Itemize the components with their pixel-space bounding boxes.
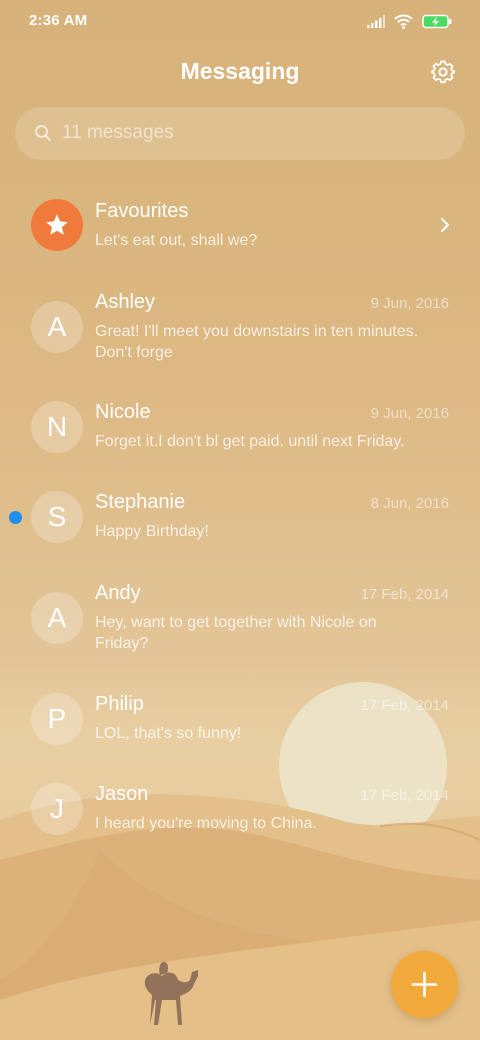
plus-icon — [411, 971, 438, 998]
star-icon — [46, 214, 68, 235]
gear-icon — [431, 60, 455, 84]
search-placeholder: 11 messages — [62, 122, 174, 143]
contact-name: Ashley — [95, 291, 156, 313]
signal-icon — [367, 14, 385, 28]
message-preview: Happy Birthday! — [95, 523, 209, 540]
message-date: 17 Feb, 2014 — [360, 586, 449, 603]
wifi-icon — [394, 14, 413, 29]
status-icons — [367, 11, 452, 31]
conversation-row[interactable]: P Philip 17 Feb, 2014 LOL, that's so fun… — [0, 684, 480, 754]
avatar: S — [31, 491, 83, 543]
message-date: 17 Feb, 2014 — [360, 697, 449, 714]
message-date: 8 Jun, 2016 — [370, 495, 449, 512]
favourites-name: Favourites — [95, 200, 189, 222]
contact-name: Andy — [95, 582, 141, 604]
contact-name: Philip — [95, 693, 144, 715]
message-date: 9 Jun, 2016 — [370, 295, 449, 312]
contact-name: Nicole — [95, 401, 151, 423]
favourites-row[interactable]: Favourites Let's eat out, shall we? — [0, 190, 480, 262]
chevron-right-icon — [441, 218, 449, 232]
conversation-row[interactable]: A Andy 17 Feb, 2014 Hey, want to get tog… — [0, 573, 480, 663]
conversation-row[interactable]: N Nicole 9 Jun, 2016 Forget it.I don't b… — [0, 392, 480, 462]
favourites-preview: Let's eat out, shall we? — [95, 232, 258, 249]
message-preview: Forget it.I don't bl get paid. until nex… — [95, 433, 405, 450]
message-date: 17 Feb, 2014 — [360, 787, 449, 804]
message-preview: I heard you're moving to China. — [95, 815, 317, 832]
avatar: A — [31, 592, 83, 644]
status-bar: 2:36 AM — [0, 0, 480, 44]
unread-indicator — [9, 511, 22, 524]
conversation-row[interactable]: J Jason 17 Feb, 2014 I heard you're movi… — [0, 774, 480, 844]
message-preview: Great! I'll meet you downstairs in ten m… — [95, 323, 419, 361]
status-time: 2:36 AM — [29, 12, 88, 29]
favourites-avatar — [31, 199, 83, 251]
avatar: J — [31, 783, 83, 835]
page-title: Messaging — [180, 58, 300, 84]
settings-button[interactable] — [430, 59, 456, 85]
message-preview: Hey, want to get together with Nicole on… — [95, 614, 377, 652]
conversation-row[interactable]: S Stephanie 8 Jun, 2016 Happy Birthday! — [0, 482, 480, 552]
search-input[interactable]: 11 messages — [15, 107, 465, 160]
battery-charging-icon — [422, 14, 452, 28]
contact-name: Jason — [95, 783, 149, 805]
search-icon — [35, 125, 51, 141]
message-preview: LOL, that's so funny! — [95, 725, 242, 742]
avatar: A — [31, 301, 83, 353]
avatar: N — [31, 401, 83, 453]
conversation-row[interactable]: A Ashley 9 Jun, 2016 Great! I'll meet yo… — [0, 282, 480, 372]
new-message-button[interactable] — [391, 951, 458, 1018]
avatar: P — [31, 693, 83, 745]
message-date: 9 Jun, 2016 — [370, 405, 449, 422]
contact-name: Stephanie — [95, 491, 186, 513]
